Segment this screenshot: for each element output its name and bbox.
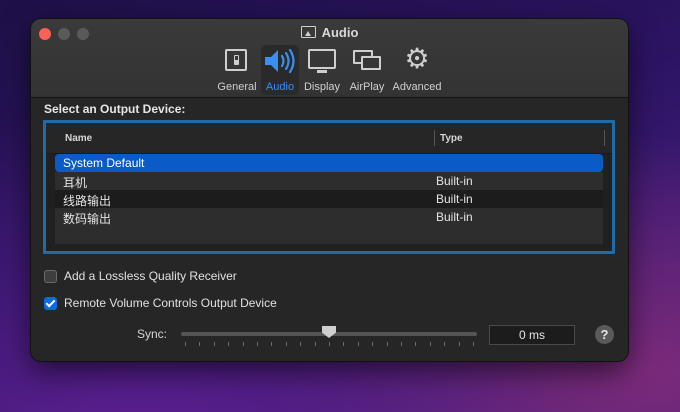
tab-general-label: General: [217, 81, 257, 93]
table-header: Name Type: [46, 123, 612, 154]
remote-volume-label[interactable]: Remote Volume Controls Output Device: [64, 296, 277, 310]
device-name: 数码输出: [63, 212, 112, 226]
tab-advanced-label: Advanced: [392, 81, 442, 93]
table-row[interactable]: 数码输出 Built-in: [55, 208, 603, 226]
slider-tick: [213, 342, 215, 346]
lossless-receiver-label[interactable]: Add a Lossless Quality Receiver: [64, 269, 237, 283]
empty-table-row: [55, 226, 603, 244]
slider-tick: [228, 342, 230, 346]
device-type: Built-in: [436, 174, 473, 188]
title-bar: Audio General Audio Display AirPlay ⚙ Ad…: [31, 19, 628, 98]
tab-airplay[interactable]: AirPlay: [345, 45, 389, 95]
sync-value-field[interactable]: 0 ms: [489, 325, 575, 345]
gear-icon: ⚙: [404, 43, 430, 74]
sync-slider-knob[interactable]: [322, 326, 336, 338]
column-header-name[interactable]: Name: [65, 133, 92, 144]
device-type: Built-in: [436, 210, 473, 224]
slider-tick: [429, 342, 431, 346]
slider-tick: [329, 342, 330, 346]
slider-tick: [300, 342, 302, 346]
device-name: 耳机: [63, 176, 88, 190]
slider-tick: [185, 342, 186, 346]
slider-tick: [444, 342, 446, 346]
slider-tick: [401, 342, 402, 346]
slider-tick: [242, 342, 244, 346]
general-switch-icon: [225, 49, 247, 71]
sync-slider-ticks: [181, 342, 477, 347]
slider-tick: [458, 342, 460, 346]
table-row[interactable]: 线路输出 Built-in: [55, 190, 603, 208]
slider-tick: [372, 342, 374, 346]
remote-volume-checkbox[interactable]: [44, 297, 57, 310]
window-title: Audio: [31, 25, 628, 40]
slider-tick: [257, 342, 258, 346]
display-icon: [308, 49, 336, 73]
airplay-title-icon: [300, 26, 316, 38]
device-name: 线路输出: [63, 194, 112, 208]
tab-general[interactable]: General: [215, 45, 259, 95]
tab-advanced[interactable]: ⚙ Advanced: [391, 45, 443, 95]
slider-tick: [415, 342, 417, 346]
audio-preferences-window: Audio General Audio Display AirPlay ⚙ Ad…: [31, 19, 628, 361]
help-button[interactable]: ?: [595, 325, 614, 344]
output-device-table: Name Type System Default 耳机 Built-in 线路输…: [43, 120, 615, 254]
speaker-icon: [263, 47, 297, 75]
tab-display[interactable]: Display: [301, 45, 343, 95]
slider-tick: [473, 342, 474, 346]
table-row[interactable]: System Default: [55, 154, 603, 172]
device-type: Built-in: [436, 192, 473, 206]
tab-audio-label: Audio: [265, 81, 295, 93]
column-divider[interactable]: [604, 130, 605, 146]
tab-display-label: Display: [303, 81, 341, 93]
airplay-icon: [351, 50, 383, 72]
slider-tick: [199, 342, 201, 346]
tab-airplay-label: AirPlay: [349, 81, 385, 93]
lossless-receiver-checkbox[interactable]: [44, 270, 57, 283]
slider-tick: [285, 342, 287, 346]
slider-tick: [271, 342, 273, 346]
sync-slider[interactable]: [181, 326, 477, 357]
window-title-text: Audio: [321, 25, 359, 40]
device-name: System Default: [63, 156, 145, 170]
column-header-type[interactable]: Type: [440, 133, 463, 144]
sync-label: Sync:: [137, 327, 168, 341]
slider-tick: [386, 342, 388, 346]
column-divider[interactable]: [434, 130, 435, 146]
slider-tick: [343, 342, 345, 346]
output-device-section-label: Select an Output Device:: [44, 102, 186, 116]
table-row[interactable]: 耳机 Built-in: [55, 172, 603, 190]
slider-tick: [314, 342, 316, 346]
slider-tick: [357, 342, 359, 346]
tab-audio[interactable]: Audio: [261, 45, 299, 95]
